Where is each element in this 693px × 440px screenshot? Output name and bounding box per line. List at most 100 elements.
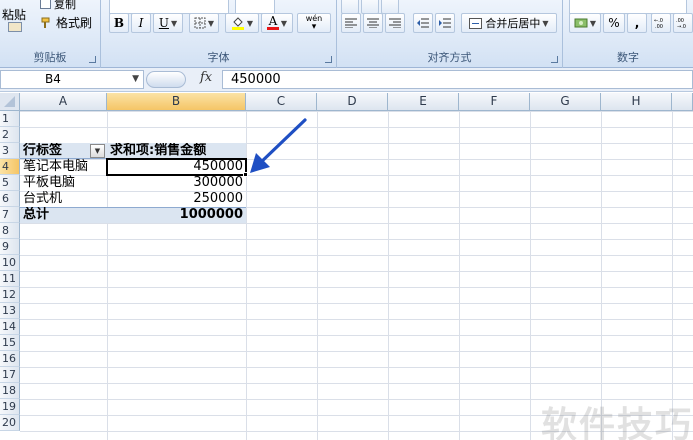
percent-button[interactable]: % <box>603 13 625 33</box>
column-header-h[interactable]: H <box>601 93 672 111</box>
border-button[interactable]: ▼ <box>189 13 219 33</box>
increase-indent-button[interactable] <box>435 13 455 33</box>
active-cell-border[interactable] <box>106 158 247 176</box>
paste-button[interactable]: 粘贴 <box>2 6 26 23</box>
pivot-total-label[interactable]: 总计 <box>23 207 107 223</box>
row-header[interactable]: 11 <box>0 271 20 287</box>
column-header-f[interactable]: F <box>459 93 530 111</box>
font-group: B I U ▼ ▼ ▼ A ▼ wén ▾ 字体 <box>101 0 337 68</box>
format-painter-label: 格式刷 <box>56 16 93 30</box>
column-header-a[interactable]: A <box>20 93 107 111</box>
pivot-value-header[interactable]: 求和项:销售金额 <box>110 143 246 159</box>
align-right-button[interactable] <box>385 13 405 33</box>
row-header[interactable]: 17 <box>0 367 20 383</box>
format-painter-button[interactable]: 格式刷 <box>40 14 92 31</box>
row-header[interactable]: 8 <box>0 223 20 239</box>
column-header-e[interactable]: E <box>388 93 459 111</box>
align-center-button[interactable] <box>363 13 383 33</box>
font-size-combo[interactable] <box>235 0 275 14</box>
pivot-row-label-header[interactable]: 行标签 <box>23 143 93 159</box>
font-color-button[interactable]: A ▼ <box>261 13 293 33</box>
alignment-launcher-icon[interactable] <box>551 56 558 63</box>
phonetic-button[interactable]: wén ▾ <box>297 13 331 33</box>
row-header[interactable]: 9 <box>0 239 20 255</box>
clipboard-launcher-icon[interactable] <box>89 56 96 63</box>
align-left-button[interactable] <box>341 13 361 33</box>
pivot-item-label[interactable]: 台式机 <box>23 191 107 207</box>
chevron-down-icon: ▼ <box>589 18 597 28</box>
row-header[interactable]: 5 <box>0 175 20 191</box>
font-name-combo[interactable] <box>109 0 229 14</box>
number-format-combo[interactable] <box>569 0 687 14</box>
italic-button[interactable]: I <box>131 13 151 33</box>
pivot-item-label[interactable]: 平板电脑 <box>23 175 107 191</box>
decrease-decimal-button[interactable]: .00 →.0 <box>673 13 693 33</box>
currency-button[interactable]: ▼ <box>569 13 601 33</box>
formula-bar-resize-handle[interactable] <box>146 71 186 88</box>
gridline <box>459 111 460 440</box>
align-middle-button[interactable] <box>361 0 379 14</box>
alignment-group-label: 对齐方式 <box>427 51 472 64</box>
row-header[interactable]: 1 <box>0 111 20 127</box>
row-header[interactable]: 3 <box>0 143 20 159</box>
row-header-selected[interactable]: 4 <box>0 159 20 175</box>
column-header-c[interactable]: C <box>246 93 317 111</box>
number-group-label: 数字 <box>617 51 639 64</box>
bold-button[interactable]: B <box>109 13 129 33</box>
row-header[interactable]: 20 <box>0 415 20 431</box>
formula-bar: B4 ▼ fx 450000 <box>0 68 693 92</box>
row-header[interactable]: 6 <box>0 191 20 207</box>
paste-dropdown-icon[interactable] <box>8 22 22 32</box>
row-header[interactable]: 7 <box>0 207 20 223</box>
worksheet: A B C D E F G H 1 2 3 4 5 6 7 8 9 10 11 … <box>0 93 693 440</box>
column-header-g[interactable]: G <box>530 93 601 111</box>
row-header[interactable]: 12 <box>0 287 20 303</box>
row-header[interactable]: 10 <box>0 255 20 271</box>
row-label-filter-button[interactable]: ▼ <box>90 144 105 158</box>
column-headers: A B C D E F G H <box>20 93 693 111</box>
row-header[interactable]: 16 <box>0 351 20 367</box>
pivot-item-value[interactable]: 300000 <box>107 175 246 191</box>
chevron-down-icon: ▾ <box>311 22 317 32</box>
decrease-decimal-icon: .00→.0 <box>676 18 686 29</box>
ribbon: 粘贴 复制 格式刷 剪贴板 B I U ▼ ▼ ▼ A ▼ wén ▾ 字体 合… <box>0 0 693 68</box>
column-header-d[interactable]: D <box>317 93 388 111</box>
chevron-down-icon: ▼ <box>94 147 101 155</box>
underline-button[interactable]: U ▼ <box>153 13 183 33</box>
select-all-button[interactable] <box>0 93 20 111</box>
pivot-item-value[interactable]: 250000 <box>107 191 246 207</box>
insert-function-icon[interactable]: fx <box>200 70 212 85</box>
row-header[interactable]: 14 <box>0 319 20 335</box>
svg-text:.00: .00 <box>655 24 663 29</box>
increase-decimal-button[interactable]: ←.0.00 <box>651 13 671 33</box>
align-bottom-button[interactable] <box>381 0 399 14</box>
gridline <box>530 111 531 440</box>
name-box-value: B4 <box>45 72 61 86</box>
fill-color-button[interactable]: ▼ <box>225 13 259 33</box>
row-header[interactable]: 15 <box>0 335 20 351</box>
formula-input[interactable]: 450000 <box>222 70 693 89</box>
font-launcher-icon[interactable] <box>325 56 332 63</box>
row-header[interactable]: 2 <box>0 127 20 143</box>
copy-icon <box>40 0 51 9</box>
cell-grid[interactable]: 行标签 ▼ 求和项:销售金额 笔记本电脑 450000 平板电脑 300000 … <box>20 111 693 440</box>
name-box[interactable]: B4 ▼ <box>0 70 144 89</box>
decrease-indent-button[interactable] <box>413 13 433 33</box>
comma-style-button[interactable]: , <box>627 13 647 33</box>
row-header[interactable]: 13 <box>0 303 20 319</box>
chevron-down-icon: ▼ <box>246 18 254 28</box>
select-all-triangle-icon <box>4 96 15 107</box>
row-header[interactable]: 18 <box>0 383 20 399</box>
row-header[interactable]: 19 <box>0 399 20 415</box>
align-top-button[interactable] <box>341 0 359 14</box>
column-header-partial[interactable] <box>672 93 693 111</box>
copy-button[interactable]: 复制 <box>40 0 76 12</box>
merge-center-button[interactable]: 合并后居中 ▼ <box>461 13 557 33</box>
pivot-item-label[interactable]: 笔记本电脑 <box>23 159 107 175</box>
chevron-down-icon[interactable]: ▼ <box>132 71 139 88</box>
watermark-text: 软件技巧 <box>540 405 693 440</box>
pivot-total-value[interactable]: 1000000 <box>107 207 246 223</box>
column-header-b[interactable]: B <box>107 93 246 111</box>
font-color-icon: A <box>266 14 279 30</box>
font-color-letter: A <box>268 14 278 28</box>
